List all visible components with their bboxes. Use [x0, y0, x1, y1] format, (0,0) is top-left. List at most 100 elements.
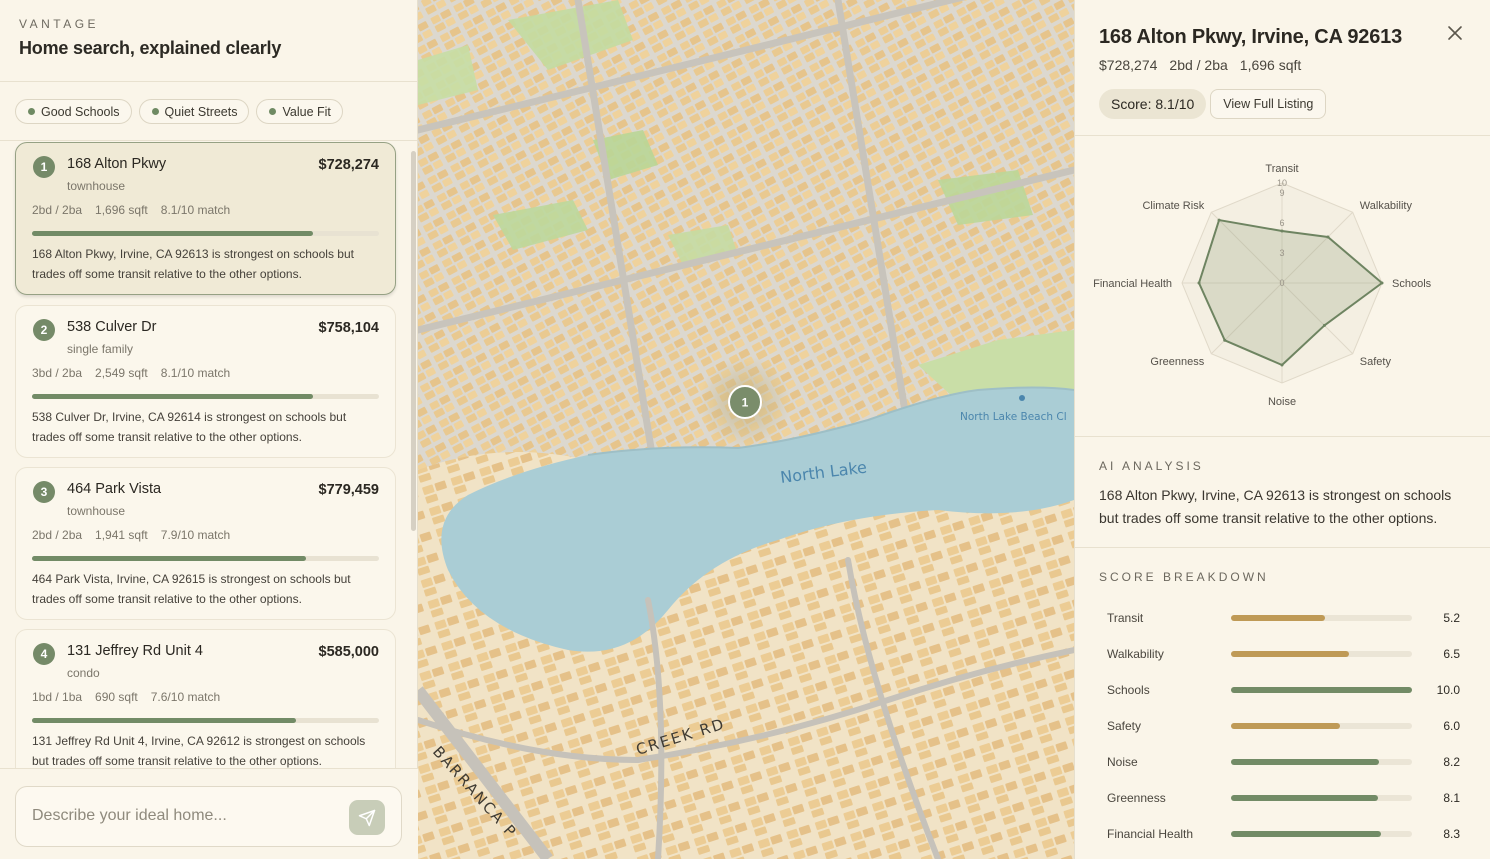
radar-point — [1280, 363, 1284, 367]
breakdown-label: Walkability — [1107, 647, 1164, 661]
listing-match: 7.6/10 match — [150, 690, 221, 704]
breakdown-bar-fill — [1231, 723, 1340, 729]
listing-summary: 168 Alton Pkwy, Irvine, CA 92613 is stro… — [32, 247, 354, 281]
listing-name: 538 Culver Dr — [67, 319, 157, 335]
listing-summary: 464 Park Vista, Irvine, CA 92615 is stro… — [32, 572, 351, 606]
breakdown-row: Greenness 8.1 — [1099, 780, 1466, 816]
send-icon — [358, 809, 376, 826]
listing-type: single family — [67, 342, 134, 356]
listing-name: 168 Alton Pkwy — [67, 156, 167, 172]
detail-header: 168 Alton Pkwy, Irvine, CA 92613 $728,27… — [1075, 0, 1490, 136]
map-view[interactable]: 1 North Lake CREEK RD BARRANCA P North L… — [418, 0, 1074, 859]
filter-chips: Good Schools Quiet Streets Value Fit — [0, 82, 417, 141]
listing-type: townhouse — [67, 179, 126, 193]
radar-point — [1197, 281, 1201, 285]
listing-match: 7.9/10 match — [160, 528, 231, 542]
breakdown-bar-fill — [1231, 795, 1378, 801]
rank-badge: 4 — [33, 643, 55, 665]
match-bar-fill — [32, 394, 314, 399]
radar-tick-label: 3 — [1279, 248, 1284, 258]
breakdown-label: Financial Health — [1107, 827, 1194, 841]
breakdown-bar-fill — [1231, 687, 1412, 693]
poi-pin-icon[interactable] — [1019, 395, 1025, 401]
radar-axis-label: Financial Health — [1093, 278, 1172, 290]
breakdown-value: 8.3 — [1443, 827, 1460, 841]
match-bar-fill — [32, 231, 314, 236]
map-marker-1[interactable]: 1 — [728, 385, 762, 419]
close-icon[interactable] — [1446, 24, 1464, 42]
score-breakdown-heading: SCORE BREAKDOWN — [1099, 570, 1269, 584]
radar-tick-label: 10 — [1277, 178, 1287, 188]
breakdown-label: Safety — [1107, 719, 1142, 733]
breakdown-value: 8.2 — [1443, 755, 1460, 769]
breakdown-row: Financial Health 8.3 — [1099, 816, 1466, 852]
ai-analysis-heading: AI ANALYSIS — [1099, 459, 1204, 473]
chip-dot-icon — [151, 108, 159, 115]
breakdown-label: Noise — [1107, 755, 1138, 769]
breakdown-value: 5.2 — [1443, 611, 1460, 625]
listing-beds: 3bd / 2ba — [32, 366, 83, 380]
listing-match: 8.1/10 match — [160, 366, 231, 380]
radar-point — [1217, 218, 1221, 222]
listing-list[interactable]: 1 168 Alton Pkwy $728,274 townhouse 2bd … — [0, 142, 418, 768]
listing-card-2[interactable]: 2 538 Culver Dr $758,104 single family 3… — [15, 305, 396, 458]
radar-point — [1326, 235, 1330, 239]
poi-label[interactable]: North Lake Beach Cl — [960, 411, 1067, 423]
detail-subline: $728,274 2bd / 2ba 1,696 sqft — [1099, 57, 1466, 73]
brand-name: VANTAGE — [19, 17, 100, 31]
listing-price: $758,104 — [318, 320, 379, 336]
filter-chip-quiet-streets[interactable]: Quiet Streets — [138, 99, 250, 124]
score-breakdown-section: SCORE BREAKDOWN Transit 5.2 Walkability 6.5… — [1075, 548, 1490, 852]
listing-sqft: 1,696 sqft — [95, 203, 148, 217]
breakdown-label: Schools — [1107, 683, 1150, 697]
breakdown-bar — [1231, 759, 1412, 765]
listing-card-1[interactable]: 1 168 Alton Pkwy $728,274 townhouse 2bd … — [15, 142, 396, 295]
listing-meta: 2bd / 2ba 1,696 sqft 8.1/10 match — [32, 203, 230, 217]
detail-sqft: 1,696 sqft — [1239, 57, 1302, 73]
listing-beds: 2bd / 2ba — [32, 203, 83, 217]
listing-summary: 131 Jeffrey Rd Unit 4, Irvine, CA 92612 … — [32, 734, 366, 768]
breakdown-value: 8.1 — [1443, 791, 1460, 805]
radar-axis-label: Schools — [1392, 278, 1432, 290]
listing-price: $779,459 — [318, 482, 379, 498]
listing-sqft: 1,941 sqft — [95, 528, 148, 542]
radar-axis-label: Climate Risk — [1142, 200, 1204, 212]
match-bar-fill — [32, 556, 307, 561]
match-bar — [32, 718, 379, 723]
radar-chart: 0 3 6 9 10 Transit Walkability Schools Safety Noi… — [1075, 136, 1490, 437]
listing-name: 131 Jeffrey Rd Unit 4 — [67, 643, 203, 659]
marker-label: 1 — [742, 396, 749, 410]
breakdown-bar — [1231, 651, 1412, 657]
match-bar — [32, 556, 379, 561]
listing-card-3[interactable]: 3 464 Park Vista $779,459 townhouse 2bd … — [15, 467, 396, 620]
detail-beds: 2bd / 2ba — [1169, 57, 1228, 73]
chat-input-box — [15, 786, 402, 847]
breakdown-bar — [1231, 615, 1412, 621]
chip-dot-icon — [269, 108, 277, 115]
radar-point — [1322, 323, 1326, 327]
rank-badge: 3 — [33, 481, 55, 503]
chip-label: Good Schools — [41, 104, 120, 119]
listing-card-4[interactable]: 4 131 Jeffrey Rd Unit 4 $585,000 condo 1… — [15, 629, 396, 768]
send-button[interactable] — [349, 800, 385, 835]
radar-point — [1380, 281, 1384, 285]
radar-tick-label: 6 — [1279, 218, 1284, 228]
brand-header: VANTAGE Home search, explained clearly — [0, 0, 417, 82]
map-canvas[interactable]: 1 North Lake CREEK RD BARRANCA P North L… — [418, 0, 1074, 859]
filter-chip-good-schools[interactable]: Good Schools — [15, 99, 132, 124]
filter-chip-value-fit[interactable]: Value Fit — [256, 99, 343, 124]
breakdown-value: 10.0 — [1436, 683, 1460, 697]
match-bar — [32, 231, 379, 236]
listing-scrollbar[interactable] — [411, 151, 416, 531]
view-full-listing-button[interactable]: View Full Listing — [1210, 89, 1327, 119]
breakdown-row: Transit 5.2 — [1099, 600, 1466, 636]
chip-dot-icon — [28, 108, 35, 115]
match-bar-fill — [32, 718, 296, 723]
score-badge: Score: 8.1/10 — [1099, 89, 1207, 119]
listing-sqft: 690 sqft — [95, 690, 138, 704]
listing-beds: 1bd / 1ba — [32, 690, 83, 704]
radar-axis-label: Walkability — [1360, 200, 1413, 212]
listing-summary: 538 Culver Dr, Irvine, CA 92614 is stron… — [32, 410, 347, 444]
search-input[interactable] — [32, 803, 332, 829]
detail-price: $728,274 — [1099, 57, 1158, 73]
